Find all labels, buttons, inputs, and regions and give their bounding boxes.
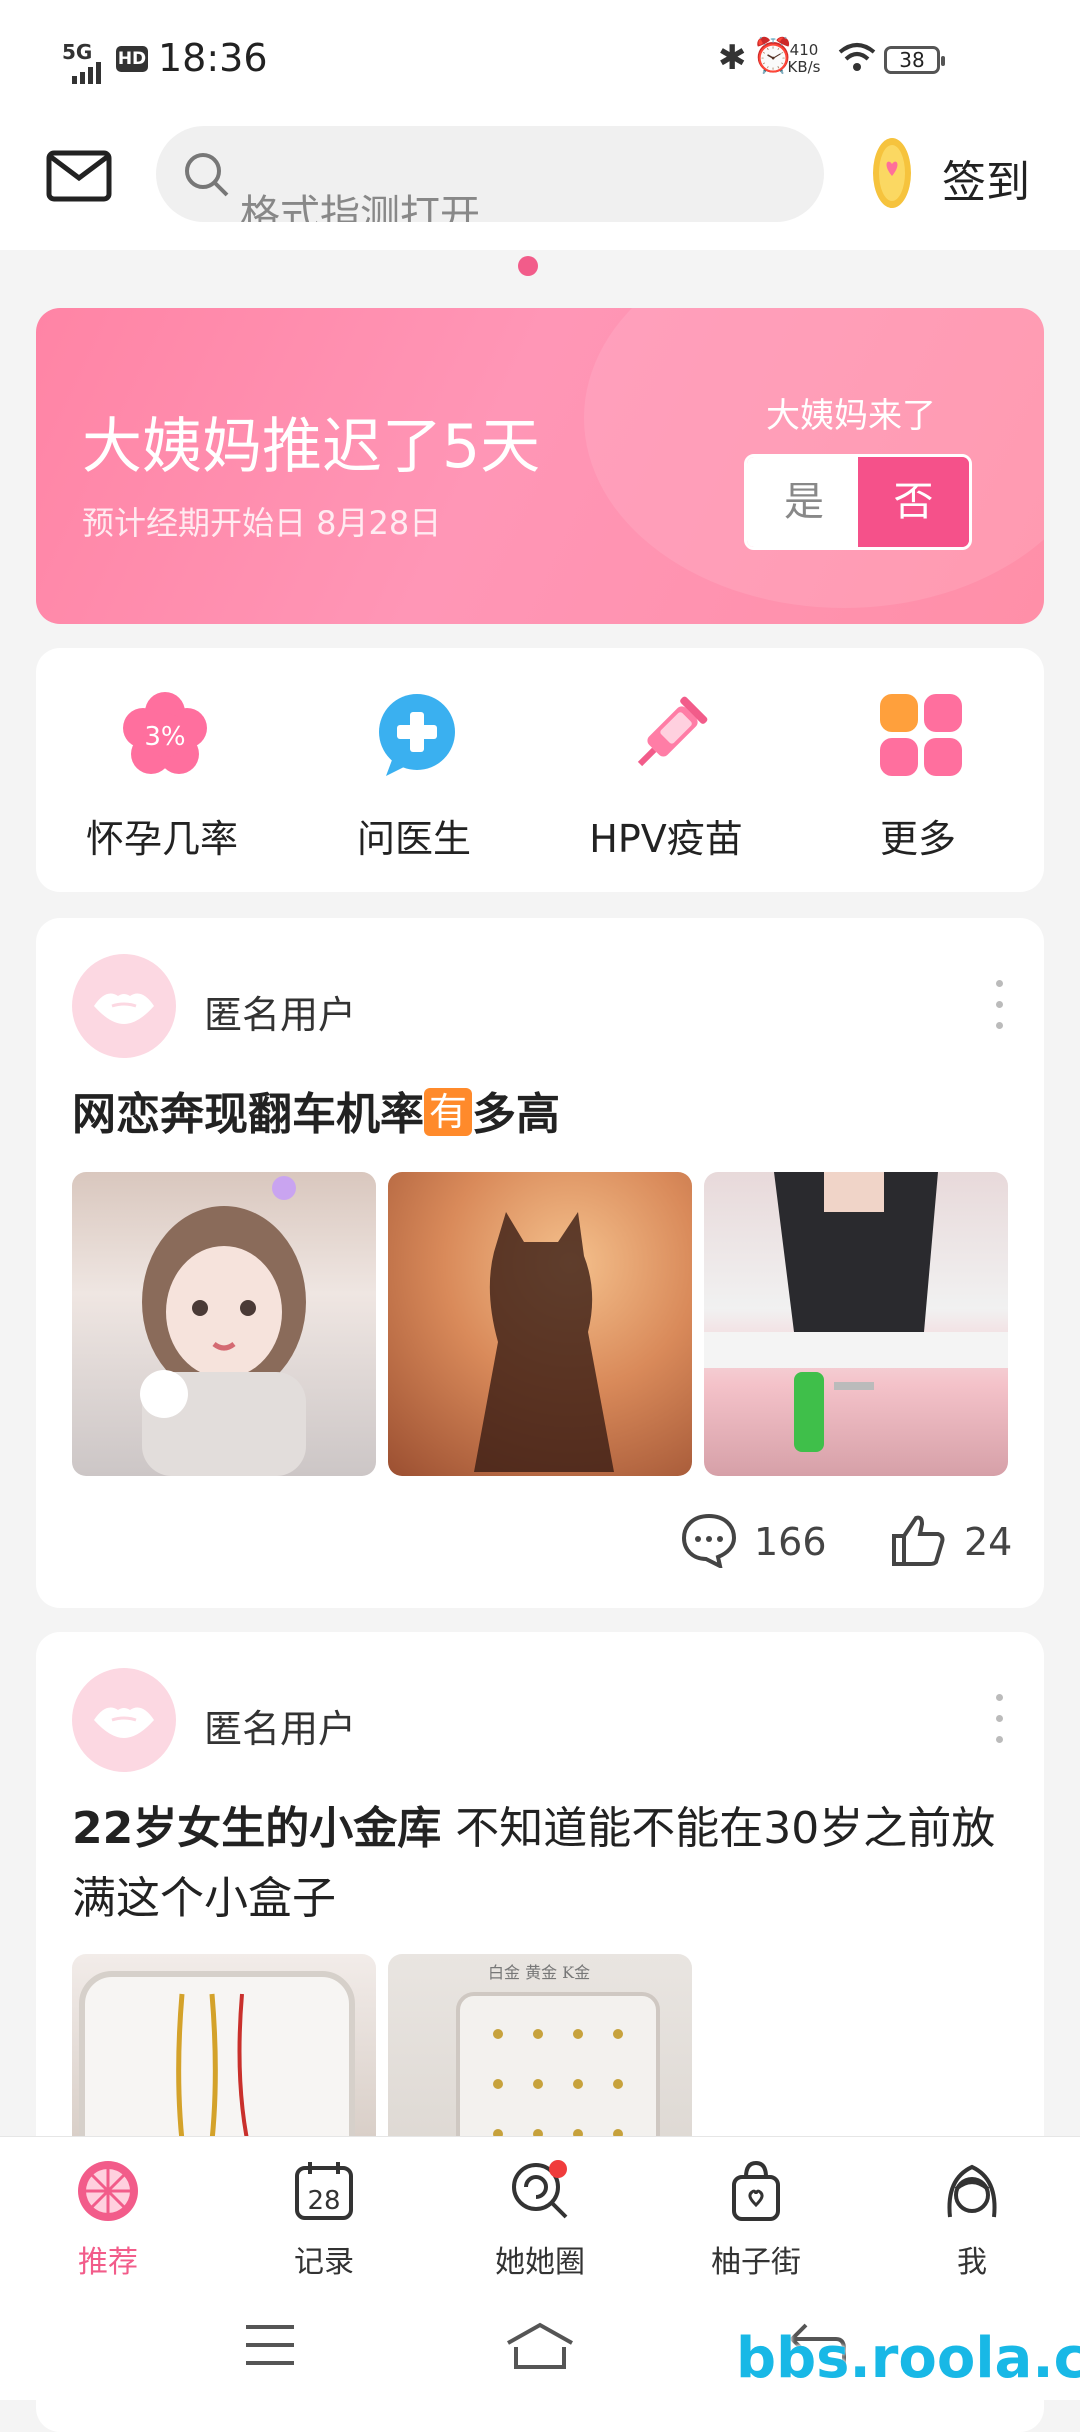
wifi-icon <box>838 43 876 71</box>
speed-value: 410 <box>789 41 819 59</box>
search-bar[interactable]: 格式指测打开 <box>156 126 824 222</box>
nav-label: 柚子街 <box>711 2245 801 2280</box>
hd-badge: HD <box>116 46 148 72</box>
post-author: 匿名用户 <box>204 993 357 1037</box>
post-stats: 166 24 <box>36 1512 1044 1572</box>
flower-percent-icon: 3% <box>123 692 207 774</box>
shopping-bag-icon <box>732 2160 780 2221</box>
nav-label: 她她圈 <box>495 2245 585 2280</box>
syringe-icon <box>637 696 708 767</box>
nav-label: 记录 <box>294 2245 354 2280</box>
status-bar: 5G HD 18:36 ✱ ⏰ 410 KB/s 38 <box>0 0 1080 120</box>
post-title[interactable]: 网恋奔现翻车机率有多高 <box>72 1080 1012 1150</box>
flower-percent-text: 3% <box>144 722 185 752</box>
quick-label: 更多 <box>879 817 956 861</box>
lips-icon <box>94 1707 154 1738</box>
no-button[interactable]: 否 <box>858 457 969 547</box>
quick-label: HPV疫苗 <box>589 817 743 861</box>
nav-label: 我 <box>957 2245 987 2280</box>
calendar-day: 28 <box>307 2186 340 2216</box>
grid-more-icon <box>880 694 962 776</box>
post-title[interactable]: 22岁女生的小金库 不知道能不能在30岁之前放满这个小盒子 <box>72 1794 1012 1934</box>
nav-recommend[interactable]: 推荐 <box>0 2149 216 2289</box>
doctor-chat-icon <box>379 694 455 776</box>
battery-icon: 38 <box>884 46 945 74</box>
quick-pregnancy-chance[interactable]: 3% 怀孕几率 <box>36 648 288 892</box>
menu-icon[interactable] <box>244 2323 296 2367</box>
network-speed: 410 KB/s <box>784 42 824 76</box>
more-options-icon[interactable] <box>996 1694 1004 1750</box>
profile-icon <box>947 2164 997 2218</box>
mail-icon[interactable] <box>46 150 112 202</box>
period-arrived-question: 大姨妈来了 <box>766 396 936 436</box>
lollipop-icon <box>512 2160 568 2219</box>
period-arrived-toggle: 是 否 <box>744 454 972 550</box>
signal-icon <box>72 62 101 84</box>
mirror-photo-image <box>704 1172 1008 1452</box>
checkin-button[interactable]: 签到 <box>942 146 1030 210</box>
search-icon <box>185 153 229 197</box>
home-icon[interactable] <box>504 2321 576 2371</box>
bluetooth-icon: ✱ <box>718 38 747 78</box>
girl-photo-image <box>140 1176 306 1476</box>
nav-label: 推荐 <box>78 2245 138 2280</box>
comment-icon[interactable] <box>680 1512 738 1568</box>
title-badge: 有 <box>424 1088 472 1136</box>
post-title-bold: 22岁女生的小金库 <box>72 1803 442 1854</box>
calendar-icon: 28 <box>295 2162 353 2220</box>
quick-hpv-vaccine[interactable]: HPV疫苗 <box>540 648 792 892</box>
silhouette-photo-image <box>474 1212 614 1472</box>
nav-shop[interactable]: 柚子街 <box>648 2149 864 2289</box>
more-options-icon[interactable] <box>996 980 1004 1036</box>
nav-community[interactable]: 她她圈 <box>432 2149 648 2289</box>
grapefruit-icon <box>78 2161 138 2221</box>
nav-records[interactable]: 28 记录 <box>216 2149 432 2289</box>
quick-more[interactable]: 更多 <box>792 648 1044 892</box>
post-image[interactable] <box>72 1172 376 1476</box>
search-placeholder: 格式指测打开 <box>240 192 480 222</box>
thumbs-up-icon[interactable] <box>890 1512 946 1568</box>
speed-unit: KB/s <box>787 58 821 76</box>
post-image[interactable] <box>388 1172 692 1476</box>
like-count: 24 <box>964 1520 1013 1564</box>
post-author: 匿名用户 <box>204 1707 357 1751</box>
lips-icon <box>94 993 154 1024</box>
quick-label: 问医生 <box>356 817 471 861</box>
quick-ask-doctor[interactable]: 问医生 <box>288 648 540 892</box>
period-delay-title: 大姨妈推迟了5天 <box>82 412 541 482</box>
watermark: bbs.roola.cn <box>736 2326 1080 2391</box>
comment-count: 166 <box>754 1520 827 1564</box>
avatar[interactable] <box>72 1668 176 1772</box>
battery-level: 38 <box>899 48 925 72</box>
yes-button[interactable]: 是 <box>747 457 861 547</box>
network-indicator: 5G <box>62 40 93 64</box>
quick-actions: 3% 怀孕几率 问医生 HPV疫苗 更多 <box>36 648 1044 892</box>
feed-post[interactable]: 匿名用户 网恋奔现翻车机率有多高 166 24 <box>36 918 1044 1608</box>
carousel-indicator <box>518 256 538 276</box>
post-title-text: 多高 <box>472 1089 560 1140</box>
earring-box-caption: 白金 黄金 K金 <box>488 1963 590 1982</box>
nav-profile[interactable]: 我 <box>864 2149 1080 2289</box>
coin-icon[interactable] <box>870 136 914 210</box>
clock: 18:36 <box>158 36 268 80</box>
avatar[interactable] <box>72 954 176 1058</box>
quick-label: 怀孕几率 <box>85 817 238 861</box>
top-header: 格式指测打开 签到 <box>0 120 1080 250</box>
post-title-text: 网恋奔现翻车机率 <box>72 1089 424 1140</box>
expected-date: 预计经期开始日 8月28日 <box>82 504 442 542</box>
post-image[interactable] <box>704 1172 1008 1476</box>
period-status-card: 大姨妈推迟了5天 预计经期开始日 8月28日 大姨妈来了 是 否 <box>36 308 1044 624</box>
